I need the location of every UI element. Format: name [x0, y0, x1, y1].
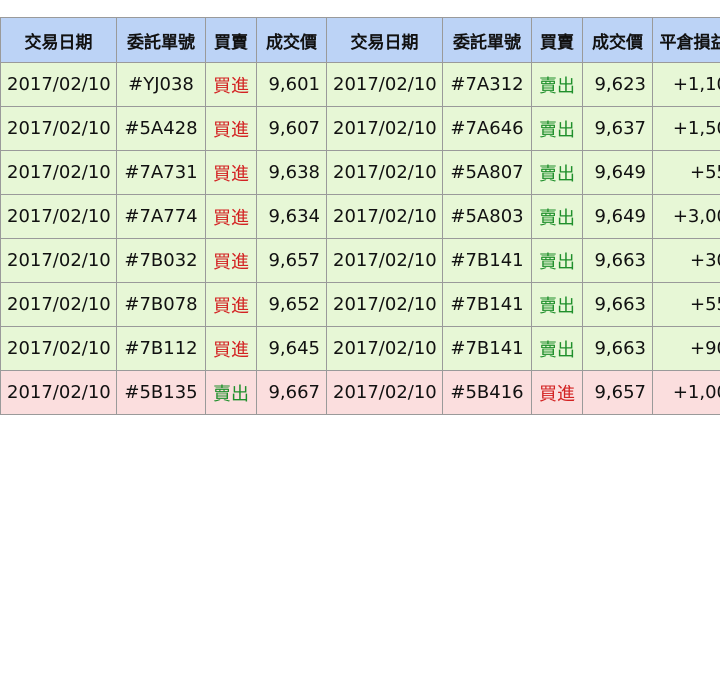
cell-entry-order-id: #5A428	[116, 106, 206, 151]
cell-close-pnl: +55	[652, 282, 720, 327]
table-row: 2017/02/10 #5A428 買進 9,607 2017/02/10 #7A646 賣…	[0, 106, 720, 151]
cell-exit-order-id: #7A646	[442, 106, 532, 151]
header-exit-date: 交易日期	[326, 17, 443, 63]
cell-exit-side: 賣出	[531, 326, 583, 371]
cell-entry-price: 9,667	[256, 370, 327, 415]
cell-entry-date: 2017/02/10	[0, 282, 117, 327]
cell-close-pnl: +1,50	[652, 106, 720, 151]
cell-exit-order-id: #5A803	[442, 194, 532, 239]
cell-exit-side: 賣出	[531, 238, 583, 283]
table-row: 2017/02/10 #7B112 買進 9,645 2017/02/10 #7B141 賣…	[0, 326, 720, 371]
cell-entry-side: 買進	[205, 282, 257, 327]
cell-entry-date: 2017/02/10	[0, 150, 117, 195]
header-exit-side: 買賣	[531, 17, 583, 63]
cell-exit-order-id: #7A312	[442, 62, 532, 107]
cell-entry-price: 9,601	[256, 62, 327, 107]
cell-exit-side: 買進	[531, 370, 583, 415]
header-exit-order-id: 委託單號	[442, 17, 532, 63]
header-close-pnl: 平倉損益	[652, 17, 720, 63]
cell-entry-date: 2017/02/10	[0, 326, 117, 371]
cell-exit-date: 2017/02/10	[326, 282, 443, 327]
header-entry-order-id: 委託單號	[116, 17, 206, 63]
cell-entry-date: 2017/02/10	[0, 62, 117, 107]
trade-table-body: 2017/02/10 #YJ038 買進 9,601 2017/02/10 #7A312 賣…	[0, 62, 720, 415]
cell-entry-side: 賣出	[205, 370, 257, 415]
cell-entry-date: 2017/02/10	[0, 370, 117, 415]
cell-entry-order-id: #7B112	[116, 326, 206, 371]
table-row: 2017/02/10 #7A774 買進 9,634 2017/02/10 #5A803 賣…	[0, 194, 720, 239]
cell-exit-side: 賣出	[531, 282, 583, 327]
cell-entry-side: 買進	[205, 194, 257, 239]
cell-exit-date: 2017/02/10	[326, 326, 443, 371]
table-row: 2017/02/10 #YJ038 買進 9,601 2017/02/10 #7A312 賣…	[0, 62, 720, 107]
table-row: 2017/02/10 #7B078 買進 9,652 2017/02/10 #7B141 賣…	[0, 282, 720, 327]
cell-exit-side: 賣出	[531, 106, 583, 151]
header-entry-date: 交易日期	[0, 17, 117, 63]
cell-exit-price: 9,663	[582, 326, 653, 371]
cell-entry-side: 買進	[205, 238, 257, 283]
cell-entry-order-id: #7B032	[116, 238, 206, 283]
cell-entry-order-id: #7A731	[116, 150, 206, 195]
cell-exit-price: 9,663	[582, 282, 653, 327]
header-row: 交易日期 委託單號 買賣 成交價 交易日期 委託單號 買賣 成交價 平倉損益	[0, 17, 720, 63]
cell-close-pnl: +90	[652, 326, 720, 371]
cell-close-pnl: +3,00	[652, 194, 720, 239]
cell-exit-order-id: #7B141	[442, 326, 532, 371]
cell-exit-side: 賣出	[531, 62, 583, 107]
cell-exit-price: 9,657	[582, 370, 653, 415]
cell-entry-price: 9,634	[256, 194, 327, 239]
trade-table: 交易日期 委託單號 買賣 成交價 交易日期 委託單號 買賣 成交價 平倉損益 2…	[0, 17, 720, 415]
cell-entry-side: 買進	[205, 106, 257, 151]
cell-entry-price: 9,652	[256, 282, 327, 327]
cell-exit-side: 賣出	[531, 150, 583, 195]
cell-entry-side: 買進	[205, 150, 257, 195]
cell-close-pnl: +55	[652, 150, 720, 195]
cell-exit-date: 2017/02/10	[326, 62, 443, 107]
cell-entry-date: 2017/02/10	[0, 106, 117, 151]
cell-exit-price: 9,649	[582, 194, 653, 239]
cell-entry-price: 9,638	[256, 150, 327, 195]
table-row: 2017/02/10 #5B135 賣出 9,667 2017/02/10 #5B416 買…	[0, 370, 720, 415]
header-entry-price: 成交價	[256, 17, 327, 63]
trade-table-header: 交易日期 委託單號 買賣 成交價 交易日期 委託單號 買賣 成交價 平倉損益	[0, 17, 720, 63]
cell-entry-order-id: #YJ038	[116, 62, 206, 107]
cell-entry-date: 2017/02/10	[0, 194, 117, 239]
cell-entry-side: 買進	[205, 62, 257, 107]
cell-entry-order-id: #5B135	[116, 370, 206, 415]
cell-exit-date: 2017/02/10	[326, 194, 443, 239]
cell-entry-side: 買進	[205, 326, 257, 371]
table-row: 2017/02/10 #7B032 買進 9,657 2017/02/10 #7B141 賣…	[0, 238, 720, 283]
cell-exit-price: 9,663	[582, 238, 653, 283]
cell-exit-order-id: #7B141	[442, 282, 532, 327]
cell-entry-order-id: #7A774	[116, 194, 206, 239]
cell-entry-price: 9,657	[256, 238, 327, 283]
cell-exit-date: 2017/02/10	[326, 150, 443, 195]
cell-exit-date: 2017/02/10	[326, 106, 443, 151]
cell-close-pnl: +1,10	[652, 62, 720, 107]
cell-exit-order-id: #7B141	[442, 238, 532, 283]
cell-exit-price: 9,623	[582, 62, 653, 107]
cell-entry-price: 9,645	[256, 326, 327, 371]
cell-entry-date: 2017/02/10	[0, 238, 117, 283]
cell-exit-price: 9,649	[582, 150, 653, 195]
trade-table-container: 交易日期 委託單號 買賣 成交價 交易日期 委託單號 買賣 成交價 平倉損益 2…	[0, 17, 720, 415]
header-exit-price: 成交價	[582, 17, 653, 63]
cell-exit-price: 9,637	[582, 106, 653, 151]
table-row: 2017/02/10 #7A731 買進 9,638 2017/02/10 #5A807 賣…	[0, 150, 720, 195]
cell-exit-order-id: #5A807	[442, 150, 532, 195]
cell-exit-side: 賣出	[531, 194, 583, 239]
cell-close-pnl: +1,00	[652, 370, 720, 415]
cell-entry-price: 9,607	[256, 106, 327, 151]
cell-exit-date: 2017/02/10	[326, 238, 443, 283]
cell-entry-order-id: #7B078	[116, 282, 206, 327]
cell-exit-date: 2017/02/10	[326, 370, 443, 415]
cell-exit-order-id: #5B416	[442, 370, 532, 415]
cell-close-pnl: +30	[652, 238, 720, 283]
header-entry-side: 買賣	[205, 17, 257, 63]
